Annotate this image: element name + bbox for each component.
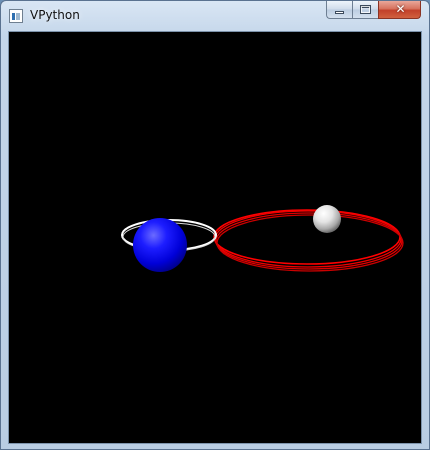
window-controls: ✕ xyxy=(326,1,421,21)
white-moon xyxy=(313,205,341,233)
blue-planet xyxy=(133,218,187,272)
scene-svg xyxy=(121,205,404,272)
red-orbit-trail xyxy=(213,209,404,272)
maximize-icon xyxy=(360,5,371,14)
close-icon: ✕ xyxy=(395,2,406,16)
minimize-button[interactable] xyxy=(326,1,352,19)
title-bar[interactable]: VPython ✕ xyxy=(1,1,429,31)
vpython-window: VPython ✕ xyxy=(0,0,430,450)
minimize-icon xyxy=(335,11,344,14)
maximize-button[interactable] xyxy=(352,1,378,19)
close-button[interactable]: ✕ xyxy=(378,1,421,19)
window-title: VPython xyxy=(30,8,80,22)
vpython-3d-canvas[interactable] xyxy=(8,31,422,444)
vpython-app-icon[interactable] xyxy=(9,9,23,23)
